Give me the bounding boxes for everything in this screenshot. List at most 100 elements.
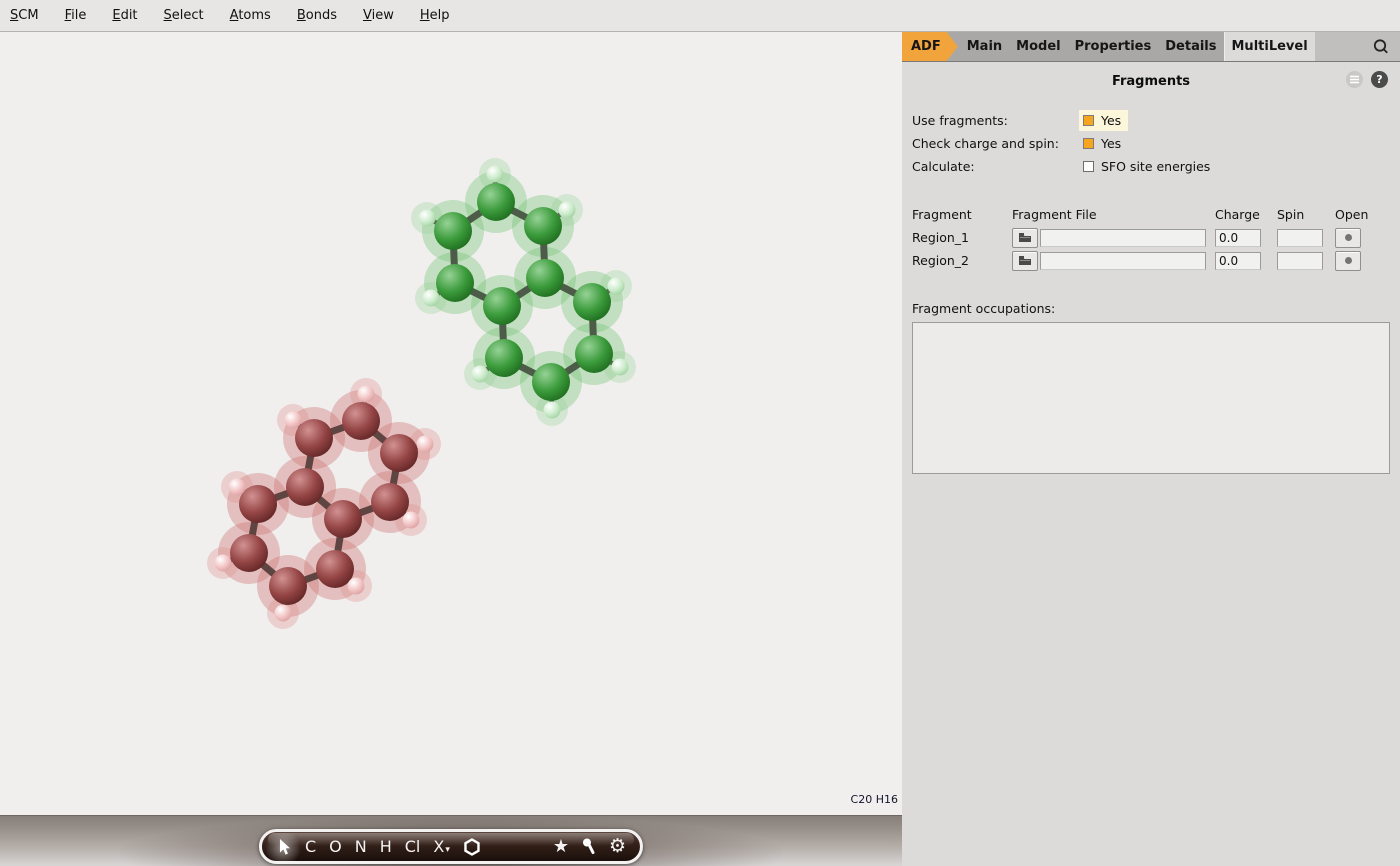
tab-bar-wrap: ADFMainModelPropertiesDetailsMultiLevel (902, 32, 1400, 62)
hydrogen-atom[interactable] (612, 359, 629, 376)
option-control[interactable]: Yes (1083, 136, 1121, 151)
checkbox-icon[interactable] (1083, 138, 1094, 149)
hydrogen-atom[interactable] (285, 412, 302, 429)
pointer-tool-button[interactable] (276, 838, 292, 856)
carbon-atom[interactable] (380, 434, 418, 472)
fragment-red[interactable] (207, 378, 441, 629)
option-row: Check charge and spin:Yes (912, 132, 1400, 155)
open-button[interactable] (1335, 228, 1361, 248)
option-label: Calculate: (912, 159, 1083, 174)
carbon-atom[interactable] (485, 339, 523, 377)
element-cl-button[interactable]: Cl (405, 839, 421, 855)
molecule-canvas[interactable] (0, 32, 902, 815)
checkbox-icon[interactable] (1083, 115, 1094, 126)
carbon-atom[interactable] (524, 207, 562, 245)
settings-button[interactable]: ⚙ (609, 837, 626, 856)
molecule-viewer[interactable]: C20 H16 CONHClX▾★⚙ (0, 32, 902, 866)
spin-input[interactable] (1277, 252, 1323, 270)
carbon-atom[interactable] (295, 419, 333, 457)
option-label: Check charge and spin: (912, 136, 1083, 151)
carbon-atom[interactable] (483, 287, 521, 325)
charge-input[interactable] (1215, 252, 1261, 270)
panel-menu-button[interactable] (1346, 71, 1363, 88)
wand-tool-button[interactable] (582, 838, 596, 855)
fragment-row: Region_2 (912, 249, 1400, 272)
chevron-down-icon: ▾ (445, 846, 450, 855)
element-c-button[interactable]: C (305, 839, 316, 855)
menu-file[interactable]: File (65, 8, 87, 23)
carbon-atom[interactable] (477, 183, 515, 221)
menu-atoms[interactable]: Atoms (230, 8, 271, 23)
hydrogen-atom[interactable] (229, 479, 246, 496)
pointer-arrow-icon (276, 838, 292, 856)
toolbar-dock: CONH Cl X▾ ★ ⚙ (0, 815, 902, 866)
folder-button[interactable] (1012, 228, 1038, 248)
hydrogen-atom[interactable] (608, 278, 625, 295)
menu-scm[interactable]: SCM (10, 8, 39, 23)
carbon-atom[interactable] (324, 500, 362, 538)
menu-view[interactable]: View (363, 8, 394, 23)
folder-button[interactable] (1012, 251, 1038, 271)
tab-adf[interactable]: ADF (902, 32, 958, 61)
carbon-atom[interactable] (371, 483, 409, 521)
carbon-atom[interactable] (230, 534, 268, 572)
carbon-atom[interactable] (239, 485, 277, 523)
option-control[interactable]: SFO site energies (1083, 159, 1210, 174)
carbon-atom[interactable] (575, 335, 613, 373)
hydrogen-atom[interactable] (472, 366, 489, 383)
settings-panel: ADFMainModelPropertiesDetailsMultiLevel … (902, 32, 1400, 866)
carbon-atom[interactable] (526, 259, 564, 297)
hydrogen-atom[interactable] (423, 290, 440, 307)
hydrogen-atom[interactable] (417, 436, 434, 453)
carbon-atom[interactable] (269, 567, 307, 605)
carbon-atom[interactable] (573, 283, 611, 321)
carbon-atom[interactable] (316, 550, 354, 588)
element-h-button[interactable]: H (380, 839, 392, 855)
checkbox-icon[interactable] (1083, 161, 1094, 172)
fragment-file-input[interactable] (1040, 252, 1206, 270)
menu-select[interactable]: Select (164, 8, 204, 23)
spin-input[interactable] (1277, 229, 1323, 247)
hydrogen-atom[interactable] (419, 210, 436, 227)
option-row: Use fragments:Yes (912, 109, 1400, 132)
tab-properties[interactable]: Properties (1068, 32, 1159, 61)
col-fragment-file: Fragment File (1012, 207, 1206, 222)
tab-details[interactable]: Details (1158, 32, 1223, 61)
toolbar: CONH Cl X▾ ★ ⚙ (259, 829, 643, 864)
hydrogen-atom[interactable] (559, 202, 576, 219)
carbon-atom[interactable] (532, 363, 570, 401)
tab-multilevel[interactable]: MultiLevel (1224, 32, 1315, 61)
menu-help[interactable]: Help (420, 8, 450, 23)
hydrogen-atom[interactable] (215, 555, 232, 572)
carbon-atom[interactable] (436, 264, 474, 302)
fragment-occupations-box[interactable] (912, 322, 1390, 474)
carbon-atom[interactable] (286, 468, 324, 506)
element-x-button[interactable]: X▾ (433, 838, 450, 855)
wand-icon (582, 838, 596, 855)
fragment-file-input[interactable] (1040, 229, 1206, 247)
menu-edit[interactable]: Edit (112, 8, 137, 23)
ring-tool-button[interactable] (463, 838, 481, 856)
hydrogen-atom[interactable] (487, 166, 504, 183)
charge-input[interactable] (1215, 229, 1261, 247)
tab-main[interactable]: Main (960, 32, 1009, 61)
adfinput-window: SCMFileEditSelectAtomsBondsViewHelp C20 … (0, 0, 1400, 866)
option-value: SFO site energies (1101, 159, 1210, 174)
menu-bonds[interactable]: Bonds (297, 8, 337, 23)
option-control[interactable]: Yes (1079, 110, 1128, 131)
open-button[interactable] (1335, 251, 1361, 271)
hydrogen-atom[interactable] (544, 402, 561, 419)
help-button[interactable]: ? (1371, 71, 1388, 88)
hydrogen-atom[interactable] (275, 605, 292, 622)
fragment-green[interactable] (411, 158, 636, 426)
element-o-button[interactable]: O (329, 839, 342, 855)
carbon-atom[interactable] (434, 212, 472, 250)
search-icon[interactable] (1371, 37, 1391, 57)
hydrogen-atom[interactable] (348, 578, 365, 595)
carbon-atom[interactable] (342, 402, 380, 440)
hydrogen-atom[interactable] (358, 386, 375, 403)
tab-model[interactable]: Model (1009, 32, 1067, 61)
hydrogen-atom[interactable] (403, 512, 420, 529)
structures-button[interactable]: ★ (553, 838, 569, 856)
element-n-button[interactable]: N (355, 839, 367, 855)
